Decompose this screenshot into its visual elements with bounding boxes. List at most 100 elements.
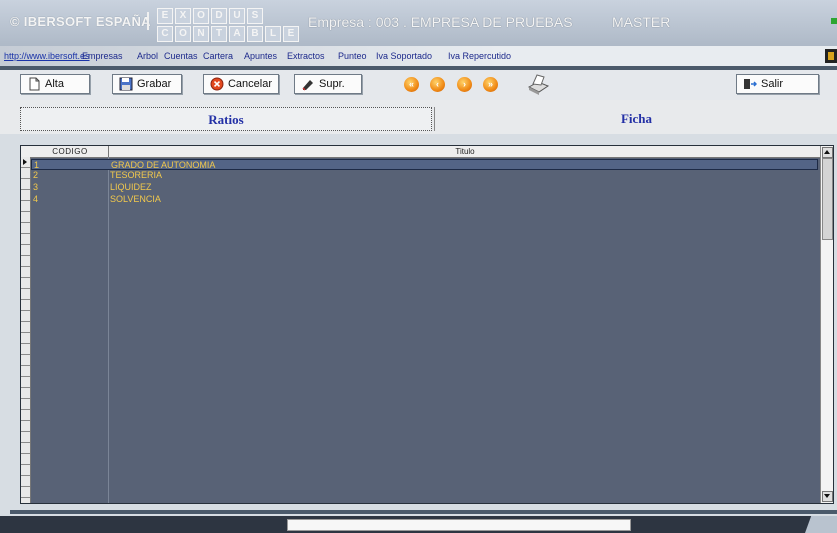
website-link[interactable]: http://www.ibersoft.es <box>4 51 90 61</box>
cancelar-button[interactable]: Cancelar <box>203 74 279 94</box>
row-indicator[interactable] <box>21 344 30 355</box>
row-indicator[interactable] <box>21 443 30 454</box>
row-indicator[interactable] <box>21 168 30 179</box>
alta-button[interactable]: Alta <box>20 74 90 94</box>
row-indicator[interactable] <box>21 476 30 487</box>
menu-item-arbol[interactable]: Arbol <box>137 51 158 61</box>
grabar-button[interactable]: Grabar <box>112 74 182 94</box>
row-indicator[interactable] <box>21 201 30 212</box>
minimize-icon[interactable] <box>831 18 837 24</box>
brand-label: © IBERSOFT ESPAÑA <box>10 14 151 29</box>
row-title: TESORERIA <box>110 170 163 180</box>
row-indicator[interactable] <box>21 355 30 366</box>
row-indicator[interactable] <box>21 333 30 344</box>
row-code: 3 <box>33 182 39 192</box>
row-code: 2 <box>33 170 39 180</box>
row-indicator[interactable] <box>21 234 30 245</box>
row-indicator[interactable] <box>21 366 30 377</box>
first-icon[interactable]: « <box>404 77 419 92</box>
print-icon[interactable] <box>526 73 550 95</box>
brand-separator <box>147 12 149 30</box>
row-indicator[interactable] <box>21 377 30 388</box>
grid-header: CODIGO Titulo <box>21 146 833 158</box>
logo-letter: C <box>157 26 173 42</box>
menu-item-extractos[interactable]: Extractos <box>287 51 325 61</box>
supr-label: Supr. <box>319 78 345 90</box>
row-indicator[interactable] <box>21 267 30 278</box>
row-indicator[interactable] <box>21 410 30 421</box>
row-indicator[interactable] <box>21 421 30 432</box>
supr-button[interactable]: Supr. <box>294 74 362 94</box>
window-icon[interactable] <box>825 49 837 63</box>
row-indicator[interactable] <box>21 256 30 267</box>
menu-item-cuentas[interactable]: Cuentas <box>164 51 198 61</box>
column-separator <box>108 157 109 503</box>
status-field <box>287 519 631 531</box>
row-indicator[interactable] <box>21 289 30 300</box>
cancel-icon <box>210 77 224 91</box>
table-row[interactable]: 1 GRADO DE AUTONOMIA <box>31 159 818 170</box>
ratios-grid[interactable]: CODIGO Titulo 1 GRADO DE AUTONOMIA 2 TES… <box>20 145 834 504</box>
row-indicator[interactable] <box>21 322 30 333</box>
logo-letter: N <box>193 26 209 42</box>
logo-letter: E <box>157 8 173 24</box>
company-label: Empresa : 003 . EMPRESA DE PRUEBAS <box>308 14 573 30</box>
menu-item-cartera[interactable]: Cartera <box>203 51 233 61</box>
row-indicator[interactable] <box>21 454 30 465</box>
logo-letter: O <box>193 8 209 24</box>
menu-item-iva-repercutido[interactable]: Iva Repercutido <box>448 51 511 61</box>
row-indicator[interactable] <box>21 487 30 498</box>
logo-letter: X <box>175 8 191 24</box>
menu-item-punteo[interactable]: Punteo <box>338 51 367 61</box>
row-indicator[interactable] <box>21 300 30 311</box>
row-indicator[interactable] <box>21 245 30 256</box>
status-decoration <box>805 516 837 533</box>
scroll-down-icon[interactable] <box>822 491 833 502</box>
alta-label: Alta <box>45 78 64 90</box>
logo-letter: T <box>211 26 227 42</box>
logo-letter: B <box>247 26 263 42</box>
exodus-logo: EXODUS CONTABLE <box>157 8 299 44</box>
tab-ficha[interactable]: Ficha <box>434 107 837 131</box>
column-header-titulo[interactable]: Titulo <box>108 146 821 157</box>
row-indicator[interactable] <box>21 465 30 476</box>
prev-icon[interactable]: ‹ <box>430 77 445 92</box>
exit-door-icon <box>744 79 757 89</box>
status-bar <box>0 516 837 533</box>
row-indicator-column <box>21 157 31 503</box>
column-header-codigo[interactable]: CODIGO <box>32 146 108 157</box>
scroll-thumb[interactable] <box>822 158 833 240</box>
row-indicator[interactable] <box>21 212 30 223</box>
tab-ratios[interactable]: Ratios <box>20 107 432 131</box>
row-indicator[interactable] <box>21 388 30 399</box>
menu-item-iva-soportado[interactable]: Iva Soportado <box>376 51 432 61</box>
row-indicator[interactable] <box>21 179 30 190</box>
vertical-scrollbar[interactable] <box>820 146 833 503</box>
menu-bar: http://www.ibersoft.es Empresas Arbol Cu… <box>0 46 837 66</box>
row-indicator[interactable] <box>21 223 30 234</box>
row-title: SOLVENCIA <box>110 194 161 204</box>
row-indicator[interactable] <box>21 278 30 289</box>
last-icon[interactable]: » <box>483 77 498 92</box>
row-indicator[interactable] <box>21 432 30 443</box>
tab-ficha-label: Ficha <box>620 111 653 126</box>
row-indicator[interactable] <box>21 311 30 322</box>
menu-item-apuntes[interactable]: Apuntes <box>244 51 277 61</box>
logo-letter: L <box>265 26 281 42</box>
eraser-icon <box>302 80 313 91</box>
logo-letter: A <box>229 26 245 42</box>
cancelar-label: Cancelar <box>227 78 272 90</box>
row-indicator[interactable] <box>21 190 30 201</box>
salir-button[interactable]: Salir <box>736 74 819 94</box>
logo-letter: S <box>247 8 263 24</box>
row-title: LIQUIDEZ <box>110 182 152 192</box>
menu-item-empresas[interactable]: Empresas <box>82 51 123 61</box>
tab-ratios-label: Ratios <box>208 112 244 127</box>
row-indicator[interactable] <box>21 399 30 410</box>
row-code: 4 <box>33 194 39 204</box>
current-row-indicator[interactable] <box>21 157 30 168</box>
scroll-up-icon[interactable] <box>822 147 833 158</box>
next-icon[interactable]: › <box>457 77 472 92</box>
salir-label: Salir <box>761 78 784 90</box>
grabar-label: Grabar <box>137 78 172 90</box>
